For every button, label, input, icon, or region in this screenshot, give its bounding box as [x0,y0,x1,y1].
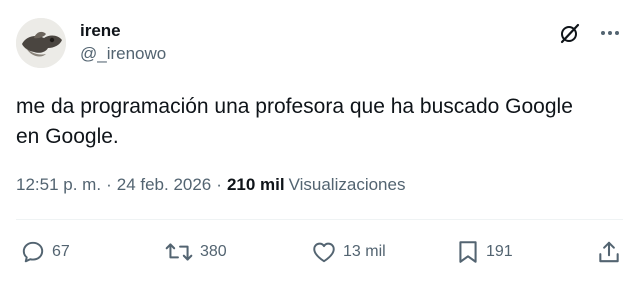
like-button[interactable]: 13 mil [311,236,386,268]
header-actions [557,20,623,46]
bookmark-icon [459,241,477,263]
share-icon [599,241,619,263]
avatar-image [16,18,66,68]
tweet-date[interactable]: 24 feb. 2026 [117,174,212,196]
author-names: irene @_irenowo [80,21,166,64]
display-name[interactable]: irene [80,21,166,41]
action-bar: 67 380 13 mil 191 [16,236,623,268]
meta-separator: · [216,175,222,194]
bookmark-button[interactable]: 191 [456,236,513,268]
views-label[interactable]: Visualizaciones [289,174,406,196]
tweet-text: me da programación una profesora que ha … [16,95,573,148]
bookmark-count: 191 [486,243,513,260]
handle[interactable]: @_irenowo [80,44,166,64]
reply-count: 67 [52,243,70,260]
divider [16,219,623,220]
reply-icon [22,241,44,263]
more-icon[interactable] [597,20,623,46]
meta-separator: · [106,175,112,194]
retweet-button[interactable]: 380 [164,236,227,268]
like-count: 13 mil [343,243,386,260]
avatar[interactable] [16,18,66,68]
heart-icon [313,242,335,263]
reply-button[interactable]: 67 [20,236,70,268]
retweet-count: 380 [200,243,227,260]
tweet-header: irene @_irenowo [16,16,623,72]
retweet-icon [165,243,193,261]
views-count[interactable]: 210 mil [227,174,285,196]
tweet-time[interactable]: 12:51 p. m. [16,174,101,196]
share-button[interactable] [596,236,622,268]
grok-icon[interactable] [557,20,583,46]
tweet-meta: 12:51 p. m. · 24 feb. 2026 · 210 mil Vis… [16,174,405,196]
